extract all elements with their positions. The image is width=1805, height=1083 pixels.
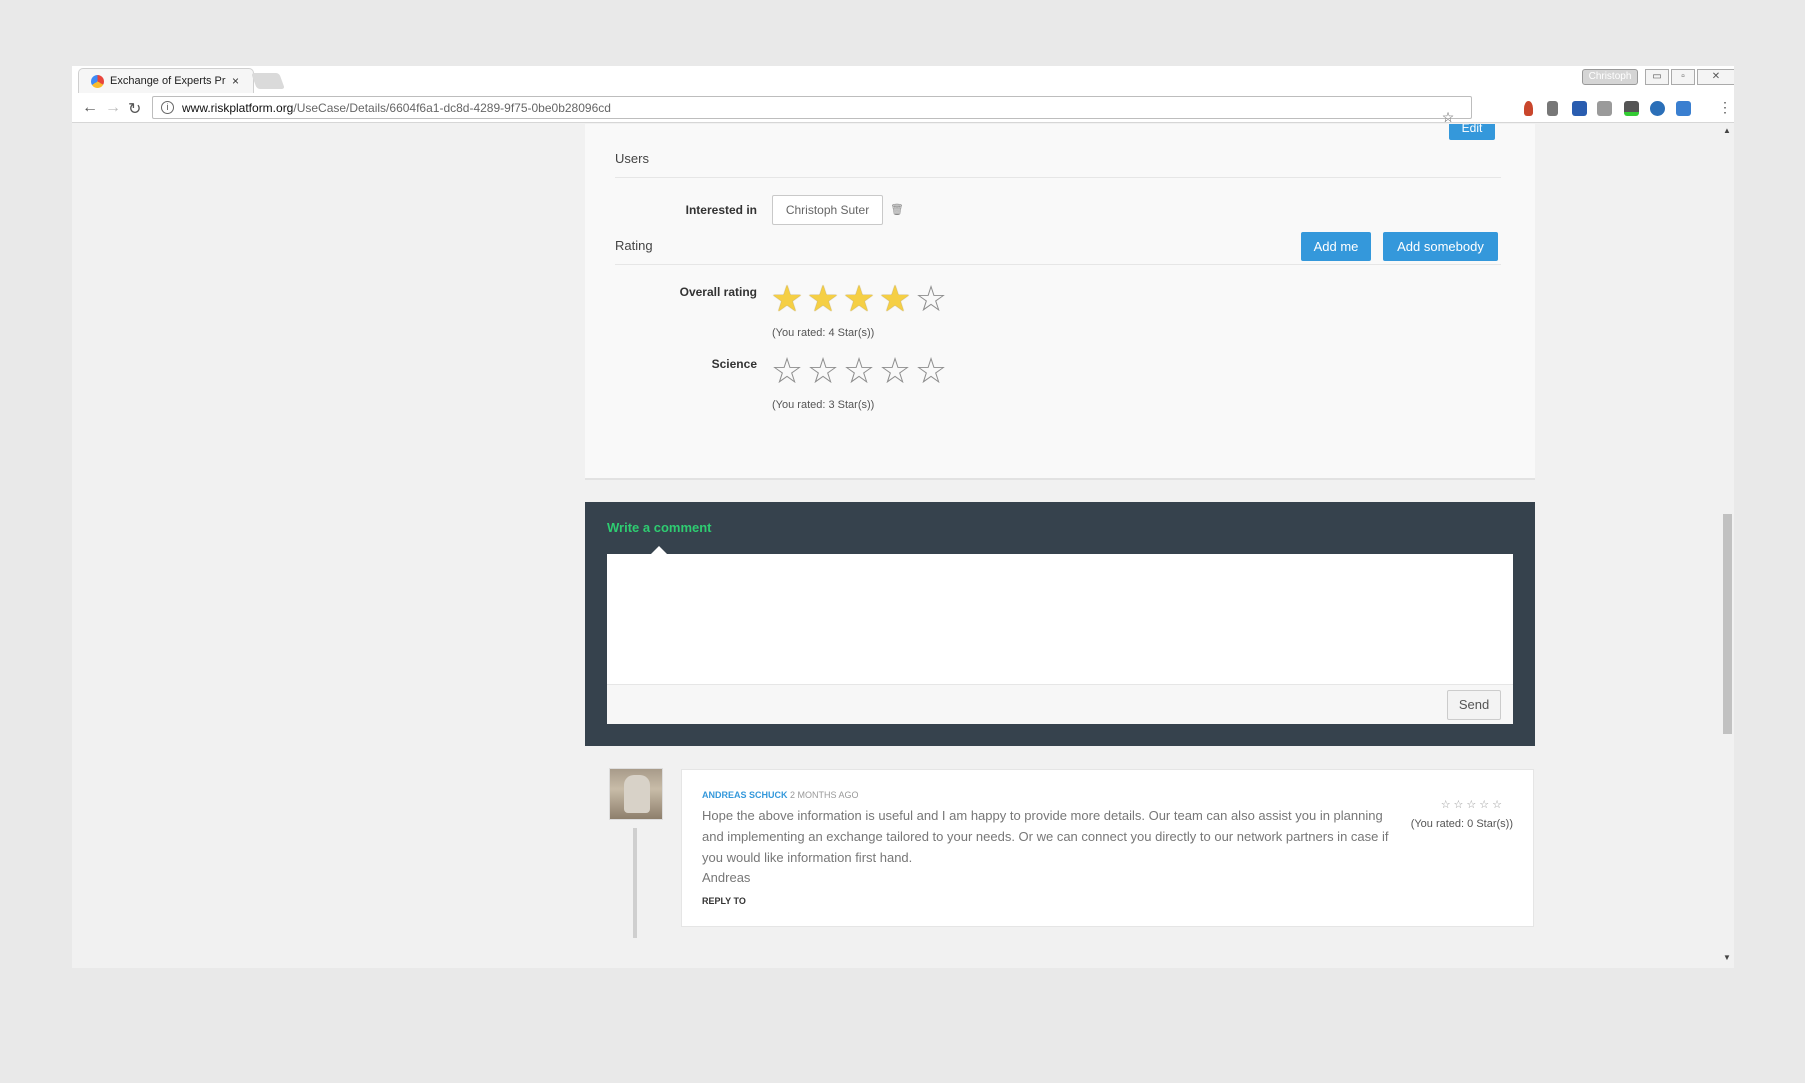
star-icon[interactable]: ★ xyxy=(770,281,804,317)
star-icon[interactable]: ★ xyxy=(806,281,840,317)
close-window-button[interactable]: ✕ xyxy=(1697,69,1734,85)
star-icon[interactable]: ☆ xyxy=(842,353,876,389)
maximize-button[interactable]: ▫ xyxy=(1671,69,1695,85)
tab-strip: Exchange of Experts Proj × Christoph ▭ ▫… xyxy=(72,66,1734,93)
add-me-button[interactable]: Add me xyxy=(1301,232,1371,261)
comment-text: Hope the above information is useful and… xyxy=(702,808,1389,865)
reply-link[interactable]: REPLY TO xyxy=(702,896,746,906)
new-tab-button[interactable] xyxy=(251,73,285,89)
browser-toolbar: ← → ↻ i www.riskplatform.org/UseCase/Det… xyxy=(72,93,1734,125)
minimize-button[interactable]: ▭ xyxy=(1645,69,1669,85)
interested-user-chip[interactable]: Christoph Suter xyxy=(772,195,883,225)
comment-card: Andreas Schuck 2 months ago Hope the abo… xyxy=(681,769,1534,927)
comment-footer: Send xyxy=(607,684,1513,724)
science-rating-label: Science xyxy=(711,357,757,371)
comment-signature: Andreas xyxy=(702,870,751,885)
write-comment-box: Write a comment Send xyxy=(585,502,1535,746)
users-section-title: Users xyxy=(615,151,649,166)
reload-icon[interactable]: ↻ xyxy=(128,99,141,119)
extension-icon-5[interactable] xyxy=(1624,101,1639,116)
star-icon[interactable]: ★ xyxy=(878,281,912,317)
extension-icon-7[interactable] xyxy=(1676,101,1691,116)
details-panel: Edit Users Interested in Christoph Suter… xyxy=(585,124,1535,480)
add-somebody-button[interactable]: Add somebody xyxy=(1383,232,1498,261)
elephant-image xyxy=(624,775,650,813)
trash-icon[interactable]: 🗑 xyxy=(890,203,904,216)
extension-icon-3[interactable] xyxy=(1572,101,1587,116)
star-icon[interactable]: ☆ xyxy=(806,353,840,389)
forward-arrow-icon[interactable]: → xyxy=(105,99,121,117)
browser-window: Exchange of Experts Proj × Christoph ▭ ▫… xyxy=(72,66,1734,968)
page-scrollbar[interactable]: ▲ ▼ xyxy=(1720,124,1734,968)
scroll-down-icon[interactable]: ▼ xyxy=(1723,953,1731,962)
tab-close-icon[interactable]: × xyxy=(232,74,239,88)
overall-rating-stars[interactable]: ★ ★ ★ ★ ☆ xyxy=(770,281,948,317)
star-icon[interactable]: ☆ xyxy=(914,353,948,389)
star-icon[interactable]: ☆ xyxy=(770,353,804,389)
extension-icon-2[interactable] xyxy=(1547,101,1558,116)
globe-extension-icon[interactable] xyxy=(1650,101,1665,116)
comment-caret xyxy=(651,546,667,554)
science-rated-text: (You rated: 3 Star(s)) xyxy=(772,399,875,411)
address-bar[interactable]: i www.riskplatform.org/UseCase/Details/6… xyxy=(152,96,1472,125)
chrome-favicon-icon xyxy=(91,74,104,88)
tab-title: Exchange of Experts Proj xyxy=(110,75,226,87)
users-divider xyxy=(615,177,1501,178)
overall-rated-text: (You rated: 4 Star(s)) xyxy=(772,327,875,339)
extension-icon-1[interactable] xyxy=(1524,101,1533,116)
thread-line xyxy=(633,828,637,938)
avatar xyxy=(609,768,663,820)
send-button[interactable]: Send xyxy=(1447,690,1501,720)
info-icon[interactable]: i xyxy=(161,101,174,114)
rating-section-title: Rating xyxy=(615,238,653,253)
browser-menu-icon[interactable]: ⋮ xyxy=(1718,99,1732,116)
comment-rating-stars: ☆☆☆☆☆ xyxy=(1440,799,1505,811)
interested-in-label: Interested in xyxy=(685,203,757,217)
star-icon[interactable]: ☆ xyxy=(878,353,912,389)
extension-icon-4[interactable] xyxy=(1597,101,1612,116)
comment-time: 2 months ago xyxy=(790,790,859,800)
write-comment-heading: Write a comment xyxy=(607,520,712,535)
overall-rating-label: Overall rating xyxy=(679,285,757,299)
comment-rated-text: (You rated: 0 Star(s)) xyxy=(1410,818,1513,830)
window-controls: ▭ ▫ ✕ xyxy=(1645,69,1734,85)
profile-button[interactable]: Christoph xyxy=(1582,69,1638,85)
browser-tab[interactable]: Exchange of Experts Proj × xyxy=(78,68,254,93)
scroll-up-icon[interactable]: ▲ xyxy=(1723,126,1731,135)
rating-divider xyxy=(615,264,1501,265)
back-arrow-icon[interactable]: ← xyxy=(82,99,98,117)
comment-author[interactable]: Andreas Schuck xyxy=(702,790,788,800)
page-viewport: Edit Users Interested in Christoph Suter… xyxy=(72,124,1734,968)
star-icon[interactable]: ☆ xyxy=(914,281,948,317)
comment-meta: Andreas Schuck 2 months ago xyxy=(702,790,859,800)
edit-button[interactable]: Edit xyxy=(1449,124,1495,140)
science-rating-stars[interactable]: ☆ ☆ ☆ ☆ ☆ xyxy=(770,353,948,389)
scroll-thumb[interactable] xyxy=(1723,514,1732,734)
star-icon[interactable]: ★ xyxy=(842,281,876,317)
url-host: www.riskplatform.org xyxy=(182,100,294,115)
url-path: /UseCase/Details/6604f6a1-dc8d-4289-9f75… xyxy=(293,100,611,115)
